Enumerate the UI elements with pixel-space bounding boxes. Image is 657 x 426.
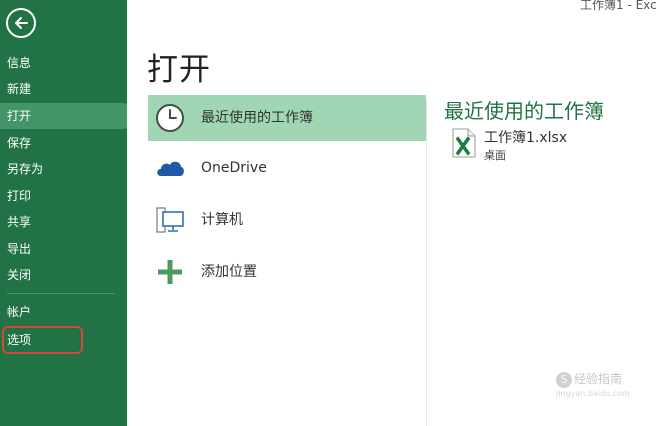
- nav-save[interactable]: 保存: [0, 130, 127, 156]
- nav-options[interactable]: 选项: [0, 327, 127, 353]
- recent-file-item[interactable]: 工作簿1.xlsx 桌面: [452, 126, 652, 166]
- location-label: 添加位置: [201, 264, 257, 280]
- location-label: OneDrive: [201, 160, 267, 176]
- watermark-text: 经验指南: [574, 372, 623, 386]
- nav-save-as[interactable]: 另存为: [0, 156, 127, 182]
- file-location: 桌面: [484, 149, 506, 162]
- location-label: 计算机: [201, 212, 243, 228]
- window-title: 工作簿1 - Exce: [580, 0, 657, 12]
- nav-export[interactable]: 导出: [0, 236, 127, 262]
- location-label: 最近使用的工作簿: [201, 110, 313, 126]
- nav-close[interactable]: 关闭: [0, 262, 127, 288]
- backstage-sidebar: 信息 新建 打开 保存 另存为 打印 共享 导出 关闭 帐户 选项: [0, 0, 127, 426]
- location-recent-workbooks[interactable]: 最近使用的工作簿: [148, 95, 426, 141]
- excel-file-icon: [452, 128, 476, 158]
- clock-icon: [156, 104, 184, 132]
- nav-share[interactable]: 共享: [0, 209, 127, 235]
- nav-separator: [7, 293, 115, 294]
- location-add-place[interactable]: 添加位置: [148, 249, 426, 295]
- watermark-logo-icon: S: [556, 371, 572, 388]
- column-divider: [426, 100, 427, 426]
- back-button[interactable]: [6, 8, 36, 38]
- nav-new[interactable]: 新建: [0, 76, 127, 102]
- location-computer[interactable]: 计算机: [148, 197, 426, 243]
- computer-icon: [156, 207, 184, 233]
- nav-account[interactable]: 帐户: [0, 299, 127, 325]
- nav-print[interactable]: 打印: [0, 183, 127, 209]
- watermark: S 经验指南: [556, 370, 622, 388]
- plus-icon: [158, 260, 182, 284]
- file-name: 工作簿1.xlsx: [484, 130, 568, 146]
- nav-info[interactable]: 信息: [0, 50, 127, 76]
- page-title: 打开: [147, 52, 211, 88]
- recent-workbooks-title: 最近使用的工作簿: [444, 99, 604, 123]
- watermark-url: jingyan.baidu.com: [556, 389, 630, 398]
- location-onedrive[interactable]: OneDrive: [148, 145, 426, 191]
- back-arrow-icon: [15, 17, 28, 29]
- onedrive-cloud-icon: [157, 161, 184, 176]
- nav-open[interactable]: 打开: [0, 103, 127, 129]
